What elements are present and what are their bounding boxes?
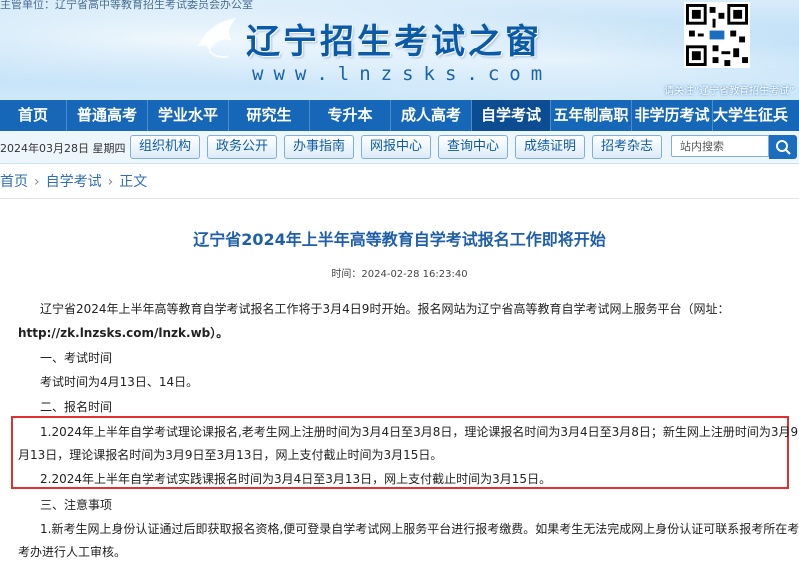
article-time: 时间：2024-02-28 16:23:40 xyxy=(331,269,468,280)
divider xyxy=(0,198,799,199)
article-paragraph: 辽宁省2024年上半年高等教育自学考试报名工作将于3月4日9时开始。报名网站为辽… xyxy=(40,302,730,316)
score-certificate-button[interactable]: 成绩证明 xyxy=(515,135,585,159)
nav-item-zixue[interactable]: 自学考试 xyxy=(472,100,551,131)
section-heading: 一、考试时间 xyxy=(40,351,113,365)
dove-emblem-icon xyxy=(197,17,237,59)
query-center-button[interactable]: 查询中心 xyxy=(438,135,508,159)
sub-toolbar: 2024年03月28日 星期四 组织机构 政务公开 办事指南 网报中心 查询中心… xyxy=(0,131,799,164)
gov-affairs-button[interactable]: 政务公开 xyxy=(207,135,277,159)
nav-item-zhengbing[interactable]: 大学生征兵 xyxy=(713,100,788,131)
registration-center-button[interactable]: 网报中心 xyxy=(361,135,431,159)
breadcrumb: 首页 › 自学考试 › 正文 xyxy=(0,171,147,191)
breadcrumb-zixue[interactable]: 自学考试 xyxy=(46,174,102,190)
main-nav: 首页 普通高考 学业水平 研究生 专升本 成人高考 自学考试 五年制高职 非学历… xyxy=(0,100,799,131)
search-input[interactable]: 站内搜索 xyxy=(671,135,769,157)
search-icon xyxy=(776,140,791,155)
site-url: www.lnzsks.com xyxy=(252,63,553,85)
article-paragraph: 考试时间为4月13日、14日。 xyxy=(40,375,199,389)
qr-code-icon xyxy=(684,2,750,68)
current-date: 2024年03月28日 星期四 xyxy=(0,142,126,155)
article-paragraph: 1.2024年上半年自学考试理论课报名,老考生网上注册时间为3月4日至3月8日，… xyxy=(40,425,799,439)
org-button[interactable]: 组织机构 xyxy=(130,135,200,159)
breadcrumb-separator: › xyxy=(107,174,114,190)
nav-item-chengren[interactable]: 成人高考 xyxy=(391,100,472,131)
section-heading: 三、注意事项 xyxy=(40,498,113,512)
breadcrumb-current: 正文 xyxy=(119,174,148,190)
magazine-button[interactable]: 招考杂志 xyxy=(592,135,662,159)
article-url[interactable]: http://zk.lnzsks.com/lnzk.wb）。 xyxy=(18,324,228,341)
nav-item-home[interactable]: 首页 xyxy=(0,100,67,131)
article-paragraph: 2.2024年上半年自学考试实践课报名时间为3月4日至3月13日，网上支付截止时… xyxy=(40,472,552,486)
section-heading: 二、报名时间 xyxy=(40,400,113,414)
site-title[interactable]: 辽宁招生考试之窗 xyxy=(246,14,542,63)
article-paragraph: 1.新考生网上身份认证通过后即获取报名资格,便可登录自学考试网上服务平台进行报考… xyxy=(40,522,799,536)
breadcrumb-home[interactable]: 首页 xyxy=(0,174,28,190)
nav-item-gaokao[interactable]: 普通高考 xyxy=(67,100,148,131)
breadcrumb-separator: › xyxy=(34,174,40,190)
nav-item-feixueli[interactable]: 非学历考试 xyxy=(632,100,713,131)
article-paragraph: 考办进行人工审核。 xyxy=(18,545,127,559)
nav-item-yanjiusheng[interactable]: 研究生 xyxy=(229,100,310,131)
guide-button[interactable]: 办事指南 xyxy=(284,135,354,159)
nav-item-xueye[interactable]: 学业水平 xyxy=(148,100,229,131)
nav-item-zhuanshengben[interactable]: 专升本 xyxy=(310,100,391,131)
header-banner: 主管单位：辽宁省高中等教育招生考试委员会办公室 辽宁招生考试之窗 www.lnz… xyxy=(0,0,799,100)
article-paragraph: 月13日，理论课报名时间为3月9日至3月13日，网上支付截止时间为3月15日。 xyxy=(18,448,443,462)
article-title: 辽宁省2024年上半年高等教育自学考试报名工作即将开始 xyxy=(193,230,606,249)
qr-caption: 请关注“辽宁省教育招生考试” xyxy=(664,86,795,97)
search-button[interactable] xyxy=(769,135,797,159)
nav-item-wunianzhi[interactable]: 五年制高职 xyxy=(551,100,632,131)
